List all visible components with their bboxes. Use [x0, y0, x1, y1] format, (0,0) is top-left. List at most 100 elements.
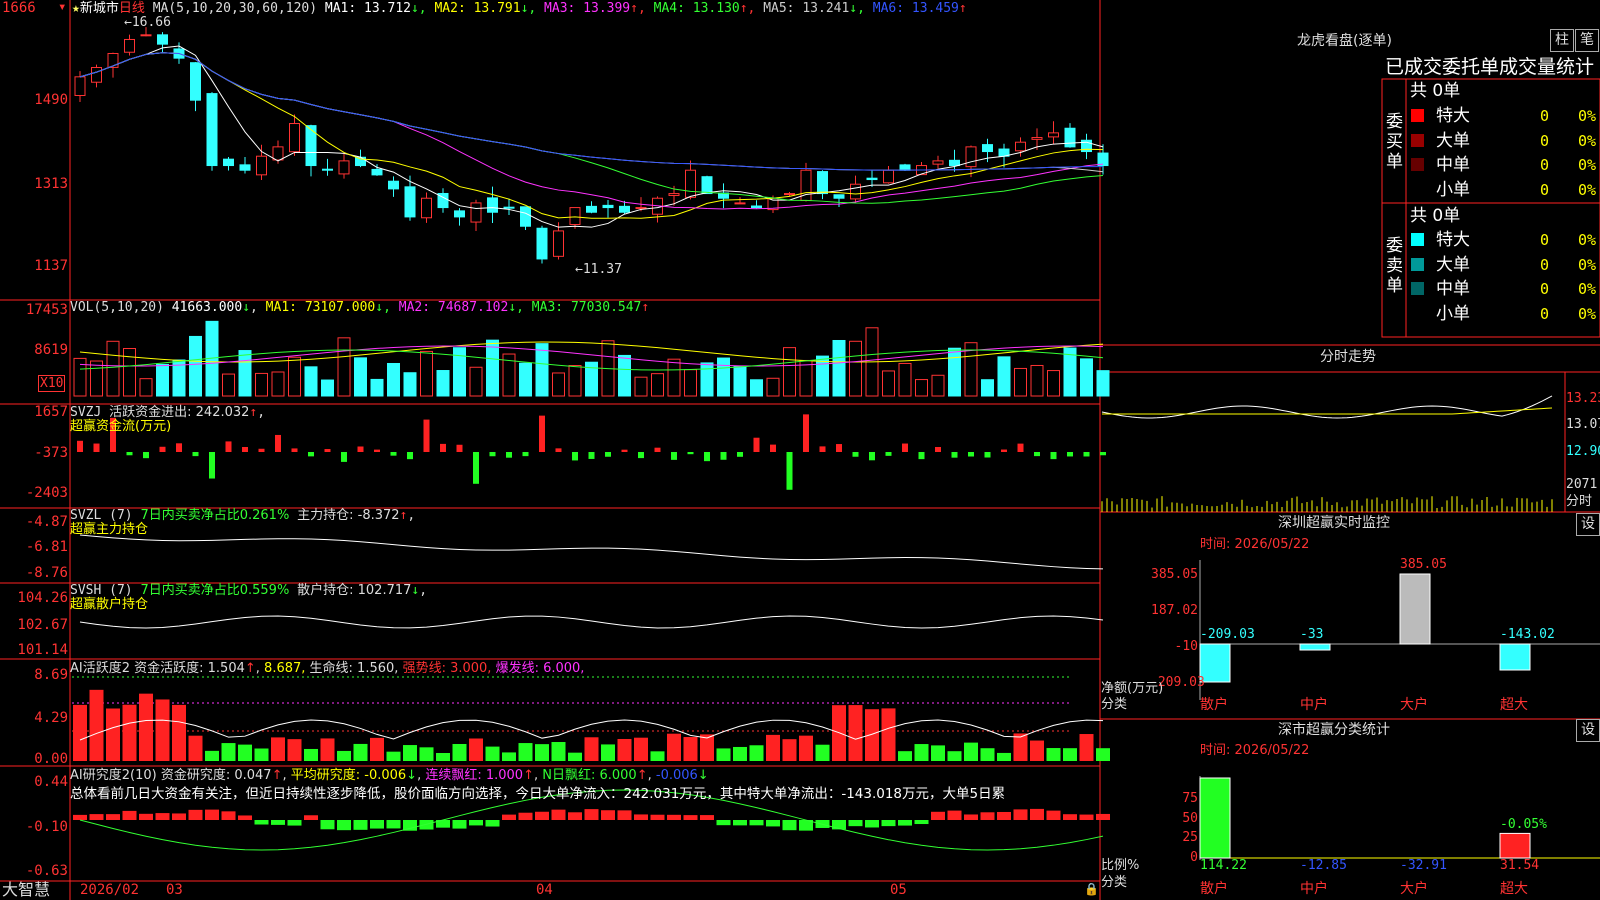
ai1-bar [964, 742, 978, 761]
buy-row-name: 特大 [1436, 106, 1470, 126]
intraday-unit: 分时 [1566, 494, 1593, 509]
monitor-bar [1499, 643, 1531, 671]
ai1-header: AI活跃度2 资金活跃度: 1.504↑, 8.687, 生命线: 1.560,… [70, 661, 585, 676]
svzj-bar [704, 452, 710, 462]
volume-bar [486, 339, 499, 397]
vol-ma-item-3: MA3: 77030.547↑ [523, 300, 650, 315]
ai1-bar [172, 704, 186, 761]
stat-category-3: 大户 [1400, 881, 1428, 897]
svzj-axis-mid: -373 [34, 445, 68, 461]
ma-line-2 [79, 52, 1104, 219]
svzj-bar [374, 449, 380, 452]
volume-bar [1047, 370, 1060, 397]
svzl-axis-mid: -6.81 [25, 539, 68, 555]
sell-total: 共 0单 [1410, 206, 1461, 226]
candle [289, 123, 300, 153]
candle [1015, 141, 1026, 152]
svsh-header: SVSH (7) 7日内买卖净占比0.559% 散户持仓: 102.717↓, [70, 583, 428, 598]
column-view-button[interactable]: 柱 [1550, 29, 1574, 52]
candle [619, 205, 630, 213]
ai2-bar [700, 815, 714, 820]
ai2-bar [73, 814, 87, 820]
intraday-axis-top: 13.23 [1566, 391, 1600, 406]
volume-bar [106, 340, 120, 397]
candle [685, 169, 696, 198]
stock-chart-canvas[interactable] [0, 0, 1600, 900]
ai2-bar [221, 811, 236, 820]
buy-swatch-3 [1411, 158, 1424, 171]
candle [833, 194, 845, 199]
svzj-bar [935, 447, 941, 452]
date-label-apr: 04 [536, 882, 553, 898]
candle [866, 177, 878, 181]
ma-line-1 [79, 45, 1104, 228]
ai2-bar [601, 810, 615, 820]
svsh-axis-mid: 102.67 [17, 617, 68, 633]
svzj-bar [951, 452, 958, 458]
ai2-bar [452, 820, 467, 829]
ai1-bar [370, 737, 384, 761]
ai1-bar [931, 745, 945, 761]
ai2-bar [964, 814, 978, 820]
ai2-bar [155, 813, 170, 820]
volume-bar [766, 377, 780, 397]
buy-row-percent: 0% [1578, 156, 1597, 174]
intraday-title: 分时走势 [1320, 349, 1376, 365]
candle [388, 180, 399, 190]
ai1-bar [353, 743, 368, 761]
svzj-bar [720, 452, 727, 460]
lock-icon[interactable]: 🔒 [1084, 882, 1099, 897]
stat-settings-button[interactable]: 设 [1576, 719, 1600, 742]
svzj-bar [1001, 449, 1007, 452]
ai2-bar [419, 820, 434, 830]
volume-bar [1030, 364, 1044, 397]
ma-item-6: MA6: 13.459↑ [864, 1, 967, 16]
svsh-axis-bottom: 101.14 [17, 642, 68, 658]
ma-line-6 [79, 52, 1104, 171]
svzj-bar [93, 443, 100, 452]
buy-row-count: 0 [1540, 107, 1550, 125]
sell-swatch-2 [1411, 257, 1424, 271]
ai2-bar [172, 813, 186, 820]
candle [520, 206, 531, 227]
candle [982, 144, 993, 153]
svzj-axis-top: 1657 [34, 404, 68, 420]
svzj-header: SVZJ 活跃资金进出: 242.032↑, [70, 405, 266, 420]
svzj-bar [786, 452, 793, 490]
svzj-bar [324, 449, 331, 452]
ma-header: ★新城市日线 MA(5,10,20,30,60,120) MA1: 13.712… [72, 1, 967, 16]
volume-bar [832, 339, 846, 397]
buy-swatch-2 [1411, 133, 1424, 147]
ai2-axis-bottom: -0.63 [25, 863, 68, 879]
monitor-settings-button[interactable]: 设 [1576, 513, 1600, 536]
candle [223, 158, 234, 167]
candle [157, 34, 168, 45]
ai2-axis-top: 0.44 [34, 774, 68, 790]
svzj-bar [275, 434, 281, 452]
tick-view-button[interactable]: 笔 [1575, 29, 1599, 52]
svzl-line [79, 534, 1104, 570]
svzj-bar [1034, 452, 1040, 457]
svzj-bar [357, 446, 364, 452]
ai2-bar [254, 820, 269, 825]
buy-row-count: 0 [1540, 131, 1550, 150]
ai2-bar [122, 810, 137, 820]
candle [1097, 152, 1109, 167]
date-label-mar: 03 [166, 882, 183, 898]
menu-marker-icon[interactable]: ▾ [58, 0, 66, 15]
buy-row-count: 0 [1540, 180, 1550, 199]
monitor-xlabel: 分类 [1101, 697, 1128, 712]
ai1-bar [799, 735, 813, 761]
candle [1048, 132, 1059, 138]
volume-bar [700, 362, 714, 397]
ai1-bar [535, 744, 549, 761]
monitor-axis-3: -10 [1174, 639, 1198, 654]
volume-bar [981, 379, 994, 397]
stat-header: 已成交委托单成交量统计 [1385, 56, 1595, 78]
buy-row-count: 0 [1540, 156, 1550, 174]
svzj-bar [159, 446, 166, 452]
svzl-subtitle: 超赢主力持仓 [70, 522, 149, 537]
ai2-bar [568, 812, 582, 820]
volume-bar [948, 347, 961, 397]
ai1-bar [865, 709, 879, 761]
